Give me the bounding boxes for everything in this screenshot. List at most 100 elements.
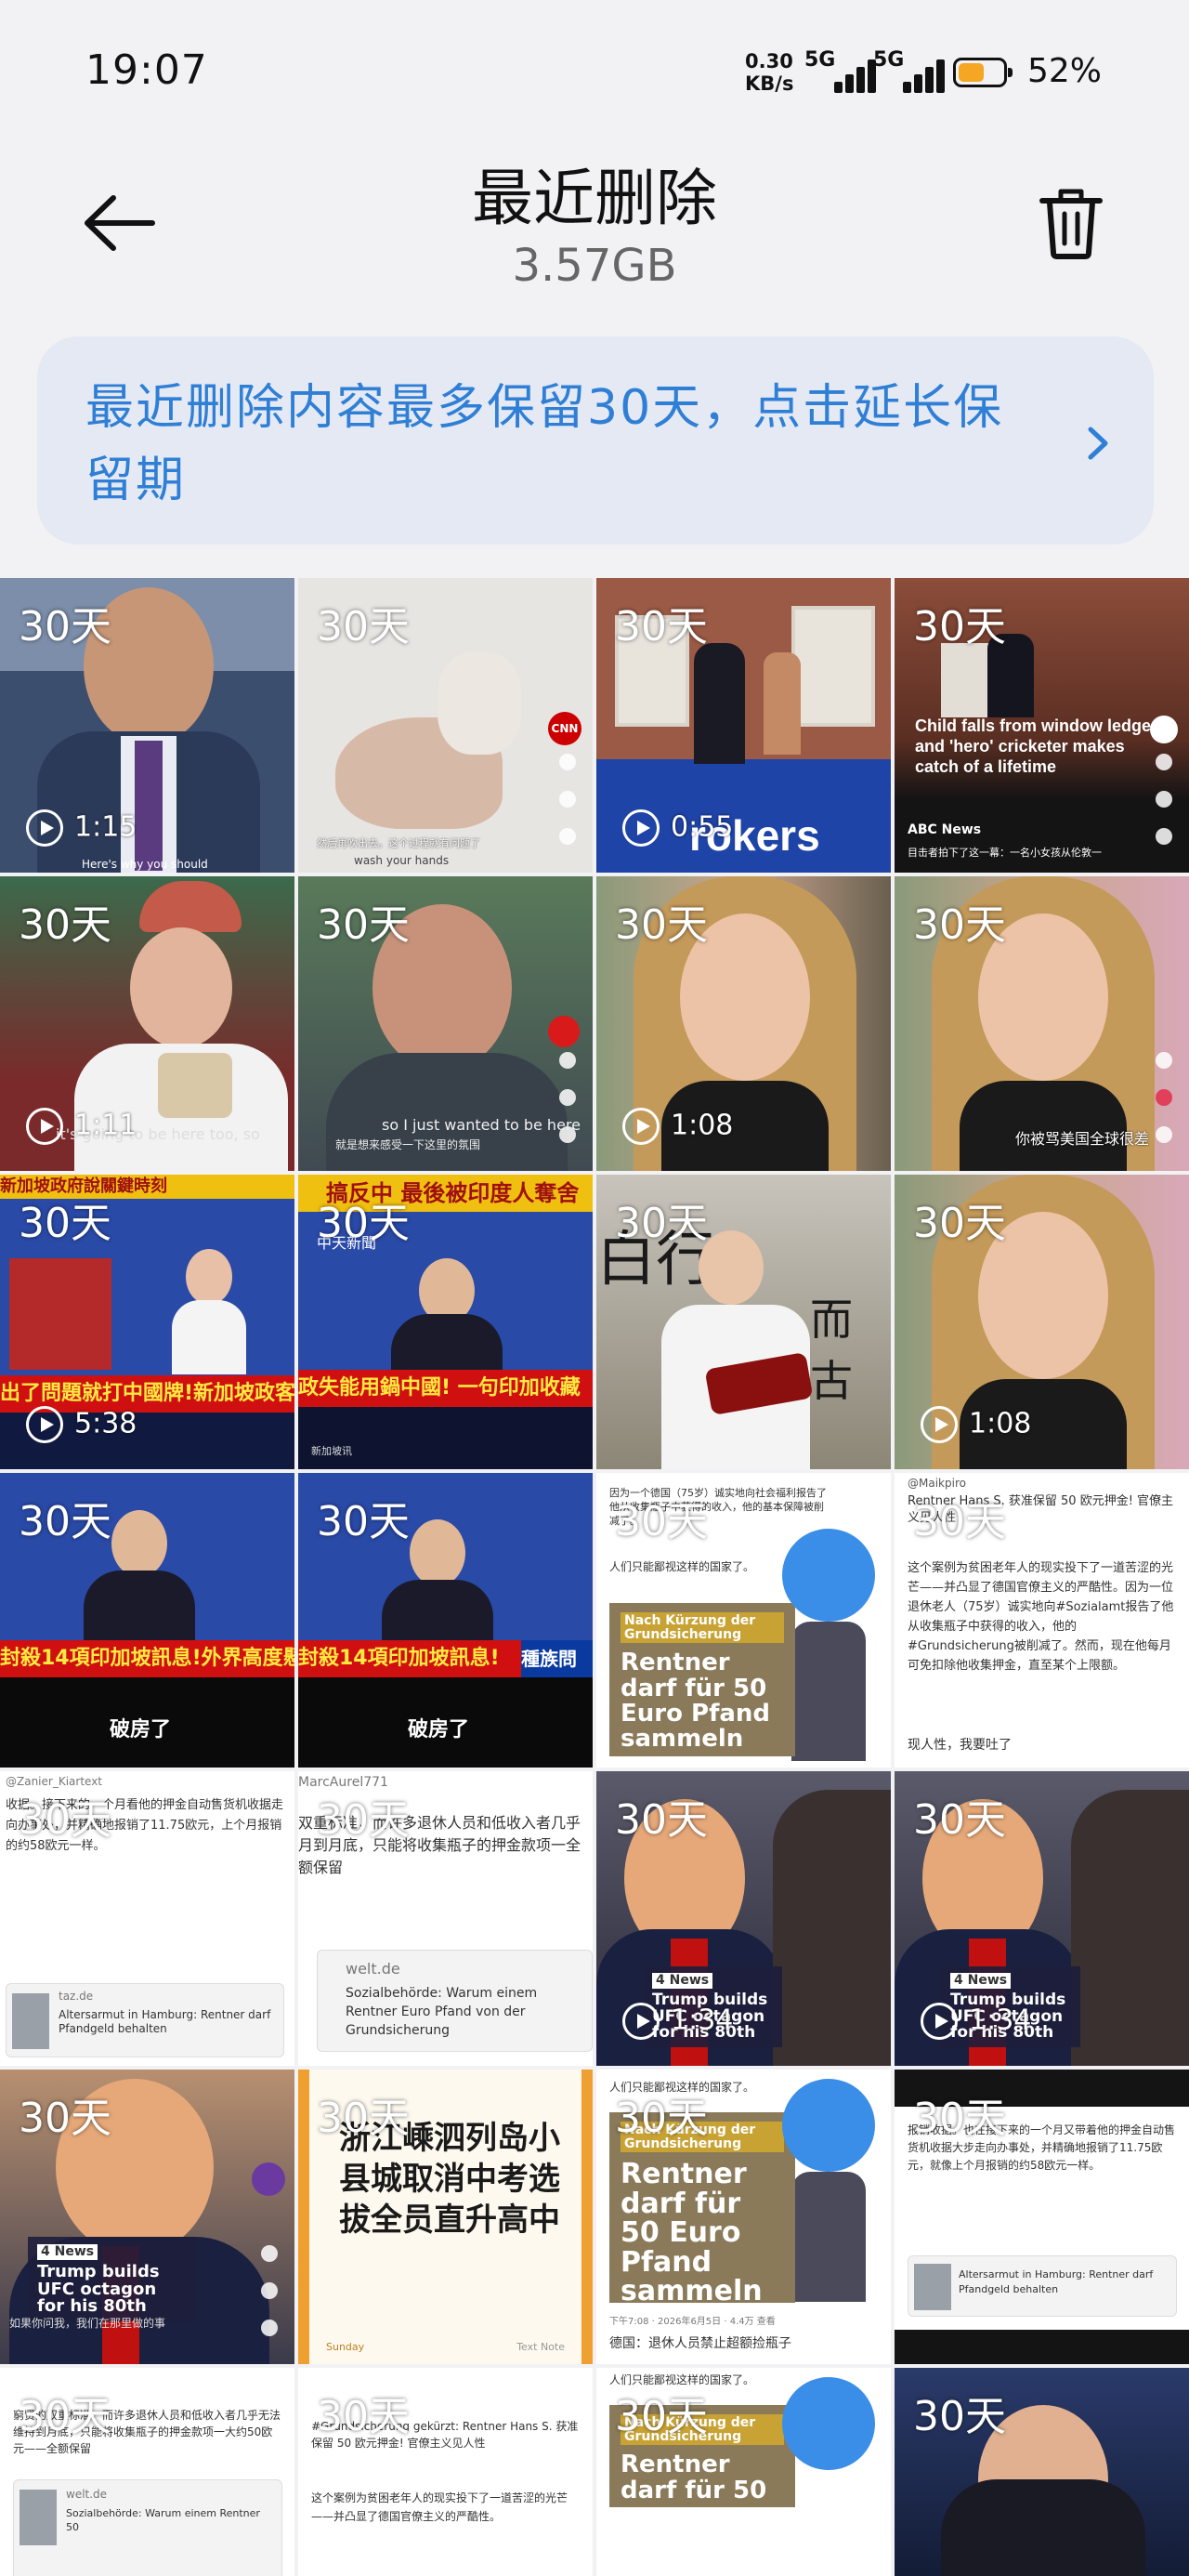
days-remaining-label: 30天 bbox=[913, 1796, 1006, 1844]
media-tile[interactable]: CNN 30天 然后再吹出去。这个过程就有问题了 wash your hands bbox=[298, 578, 593, 873]
video-duration: 1:11 bbox=[26, 1108, 137, 1150]
post-meta: 下午7:08 · 2026年6月5日 · 4.4万 查看 bbox=[609, 2317, 776, 2327]
play-icon bbox=[26, 1406, 63, 1443]
video-caption: 破房了 bbox=[110, 1718, 172, 1741]
play-icon bbox=[26, 1108, 63, 1145]
video-caption: Here's why you should bbox=[82, 858, 208, 871]
link-preview-card[interactable]: taz.de Altersarmut in Hamburg: Rentner d… bbox=[6, 1983, 284, 2057]
media-tile[interactable]: 30天 1:08 bbox=[895, 1175, 1189, 1469]
media-tile[interactable]: 人们只能鄙视这样的国家了。 Nach Kürzung der Grundsich… bbox=[596, 2368, 891, 2576]
link-preview-card[interactable]: welt.de Sozialbehörde: Warum einem Rentn… bbox=[13, 2479, 282, 2576]
video-caption-en: wash your hands bbox=[354, 854, 450, 867]
video-caption: 你被骂美国全球很差 bbox=[1015, 1130, 1150, 1148]
media-tile[interactable]: MarcAurel771 双重标准，而许多退休人员和低收入者几乎月到月底，只能将… bbox=[298, 1771, 593, 2066]
days-remaining-label: 30天 bbox=[615, 1796, 708, 1844]
video-duration: 1:15 bbox=[26, 809, 137, 852]
link-title: Altersarmut in Hamburg: Rentner darf Pfa… bbox=[959, 2268, 1154, 2295]
days-remaining-label: 30天 bbox=[19, 1796, 111, 1844]
days-remaining-label: 30天 bbox=[19, 2393, 111, 2440]
media-tile[interactable]: 4 News Trump builds UFC octagon for his … bbox=[0, 2070, 294, 2364]
play-icon bbox=[622, 1108, 660, 1145]
media-tile[interactable]: 搞反中 最後被印度人奪舍 中天新聞 政失能用鍋中國! 一句印加收藏 新加坡讯 3… bbox=[298, 1175, 593, 1469]
play-icon bbox=[26, 809, 63, 847]
days-remaining-label: 30天 bbox=[19, 901, 111, 949]
status-time: 19:07 bbox=[85, 46, 208, 94]
media-tile[interactable]: rokers 30天 0:55 bbox=[596, 578, 891, 873]
link-preview-card[interactable]: Altersarmut in Hamburg: Rentner darf Pfa… bbox=[908, 2255, 1177, 2317]
recently-deleted-screen: 19:07 0.30 KB/s 5G 5G 52% 最近删除 3.57GB 最近… bbox=[0, 0, 1189, 2576]
media-tile[interactable]: 30天 你被骂美国全球很差 bbox=[895, 876, 1189, 1171]
signal-icon: 5G bbox=[873, 48, 947, 95]
media-tile[interactable]: @Zanier_Kiartext 收据。接下来的一个月看他的押金自动售货机收据走… bbox=[0, 1771, 294, 2066]
status-bar: 19:07 0.30 KB/s 5G 5G 52% bbox=[0, 0, 1189, 139]
social-action-icons bbox=[1156, 733, 1176, 845]
media-tile[interactable]: 30天 bbox=[895, 2368, 1189, 2576]
link-source: welt.de bbox=[346, 1960, 400, 1978]
cold-face-emoji bbox=[782, 2377, 875, 2470]
days-remaining-label: 30天 bbox=[615, 2095, 708, 2142]
extend-retention-banner[interactable]: 最近删除内容最多保留30天，点击延长保留期 bbox=[37, 336, 1154, 545]
video-duration: 1:34 bbox=[921, 2003, 1031, 2045]
media-tile[interactable]: 4 News Trump builds UFC octagon for his … bbox=[596, 1771, 891, 2066]
news-source: ABC News bbox=[908, 822, 982, 837]
social-action-icons bbox=[559, 733, 580, 845]
link-title: Sozialbehörde: Warum einem Rentner 50 bbox=[66, 2507, 260, 2533]
video-duration: 1:08 bbox=[622, 1108, 733, 1150]
link-preview-card[interactable]: welt.de Sozialbehörde: Warum einem Rentn… bbox=[317, 1950, 593, 2052]
days-remaining-label: 30天 bbox=[317, 2393, 410, 2440]
media-tile[interactable]: 封殺14項印加坡訊息! 種族問 破房了 30天 bbox=[298, 1473, 593, 1768]
net-speed-value: 0.30 bbox=[745, 50, 793, 72]
video-caption: 新加坡讯 bbox=[311, 1445, 352, 1457]
post-footer: 现人性，我要吐了 bbox=[908, 1738, 1012, 1753]
media-tile[interactable]: 新加坡政府說關鍵時刻 出了問題就打中國牌!新加坡政客惡意造中國 30天 5:38 bbox=[0, 1175, 294, 1469]
note-footer-left: Sunday bbox=[326, 2341, 365, 2353]
days-remaining-label: 30天 bbox=[19, 603, 111, 651]
video-caption: so I just wanted to be here bbox=[382, 1116, 581, 1134]
days-remaining-label: 30天 bbox=[615, 603, 708, 651]
cold-face-emoji bbox=[782, 2079, 875, 2172]
media-tile[interactable]: 窮贤的双重标准，而许多退休人员和低收入者几乎无法维持到月底，只能将收集瓶子的押金… bbox=[0, 2368, 294, 2576]
social-action-icons bbox=[261, 2225, 281, 2336]
video-caption: 破房了 bbox=[408, 1718, 470, 1741]
media-tile[interactable]: 浙江嵊泗列岛小县城取消中考选拔全员直升高中 Sunday Text Note 3… bbox=[298, 2070, 593, 2364]
days-remaining-label: 30天 bbox=[19, 1200, 111, 1247]
media-tile[interactable]: 30天 1:11 it's going to be here too, so bbox=[0, 876, 294, 1171]
media-tile[interactable]: 30天 so I just wanted to be here 就是想来感受一下… bbox=[298, 876, 593, 1171]
news-overlay-label: 4 News Trump builds UFC octagon for his … bbox=[28, 2237, 195, 2322]
media-tile[interactable]: 30天 1:08 bbox=[596, 876, 891, 1171]
video-caption: 如果你问我，我们在那里做的事 bbox=[9, 2317, 166, 2330]
days-remaining-label: 30天 bbox=[913, 2393, 1006, 2440]
media-tile[interactable]: @Maikpiro Rentner Hans S. 获准保留 50 欧元押金! … bbox=[895, 1473, 1189, 1768]
post-footer: 德国：退休人员禁止超额捡瓶子 bbox=[609, 2336, 791, 2351]
days-remaining-label: 30天 bbox=[19, 1498, 111, 1545]
video-duration: 5:38 bbox=[26, 1406, 137, 1449]
days-remaining-label: 30天 bbox=[19, 2095, 111, 2142]
net-speed-unit: KB/s bbox=[745, 72, 794, 95]
media-tile[interactable]: 报销收据。也在接下来的一个月又带着他的押金自动售货机收据大步走向办事处，并精确地… bbox=[895, 2070, 1189, 2364]
storage-size: 3.57GB bbox=[512, 240, 677, 292]
note-footer-right: Text Note bbox=[516, 2341, 565, 2353]
link-source: welt.de bbox=[66, 2488, 108, 2501]
news-headline: Child falls from window ledge and 'hero'… bbox=[915, 716, 1152, 776]
delete-all-button[interactable] bbox=[1039, 186, 1104, 260]
retention-notice-text: 最近删除内容最多保留30天，点击延长保留期 bbox=[85, 380, 1004, 508]
trash-icon bbox=[1039, 189, 1103, 259]
media-tile[interactable]: 4 News Trump builds UFC octagon for his … bbox=[895, 1771, 1189, 2066]
net-speed: 0.30 KB/s bbox=[745, 50, 793, 95]
days-remaining-label: 30天 bbox=[317, 1498, 410, 1545]
news-ticker: 封殺14項印加坡訊息!外界高度懸焦 bbox=[0, 1640, 294, 1677]
days-remaining-label: 30天 bbox=[913, 2095, 1006, 2142]
page-title: 最近删除 bbox=[472, 163, 717, 234]
media-tile[interactable]: #Grundsicherung gekürzt: Rentner Hans S.… bbox=[298, 2368, 593, 2576]
media-tile[interactable]: 人们只能鄙视这样的国家了。 Nach Kürzung der Grundsich… bbox=[596, 2070, 891, 2364]
media-tile[interactable]: 封殺14項印加坡訊息!外界高度懸焦 破房了 30天 bbox=[0, 1473, 294, 1768]
media-tile[interactable]: 因为一个德国（75岁）诚实地向社会福利报告了他从收集瓶子中获得的收入，他的基本保… bbox=[596, 1473, 891, 1768]
post-body: 这个案例为贫困老年人的现实投下了一道苦涩的光芒——并凸显了德国官僚主义的严酷性。… bbox=[908, 1561, 1174, 1673]
social-action-icons bbox=[1156, 1032, 1176, 1143]
play-icon bbox=[921, 1406, 958, 1443]
post-body: 这个案例为贫困老年人的现实投下了一道苦涩的光芒——并凸显了德国官僚主义的严酷性。 bbox=[311, 2491, 568, 2523]
media-tile[interactable]: 白行 而古 30天 bbox=[596, 1175, 891, 1469]
media-tile[interactable]: Child falls from window ledge and 'hero'… bbox=[895, 578, 1189, 873]
video-duration: 0:55 bbox=[622, 809, 733, 852]
media-tile[interactable]: 30天 1:15 Here's why you should bbox=[0, 578, 294, 873]
